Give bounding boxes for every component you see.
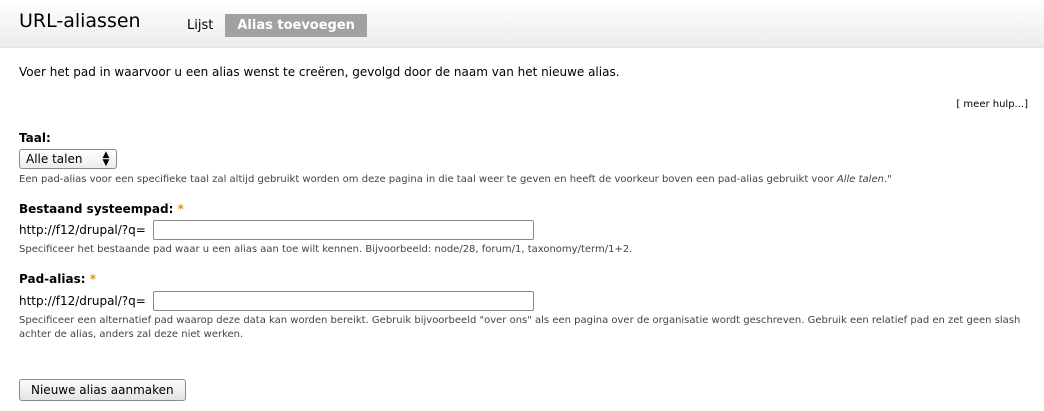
- system-path-prefix: http://f12/drupal/?q=: [19, 223, 146, 237]
- system-path-description: Specificeer het bestaande pad waar u een…: [19, 244, 633, 255]
- path-alias-description-line1: Specificeer een alternatief pad waarop d…: [19, 315, 1021, 326]
- tab-bar: Lijst Alias toevoegen: [177, 14, 369, 37]
- language-select-value: Alle talen: [26, 152, 83, 166]
- intro-text: Voer het pad in waarvoor u een alias wen…: [19, 65, 620, 79]
- language-select[interactable]: Alle talen ▲ ▼: [19, 149, 117, 169]
- language-description-text: Een pad-alias voor een specifieke taal z…: [19, 174, 837, 185]
- required-marker: *: [177, 202, 184, 216]
- select-arrows-icon: ▲ ▼: [102, 150, 110, 168]
- path-alias-description-line2: achter de alias, anders zal deze niet we…: [19, 329, 244, 340]
- tab-list[interactable]: Lijst: [177, 14, 223, 37]
- system-path-label: Bestaand systeempad: *: [19, 202, 184, 216]
- path-alias-input[interactable]: [153, 291, 534, 311]
- system-path-label-text: Bestaand systeempad:: [19, 202, 174, 216]
- language-description-end: .": [883, 174, 892, 185]
- language-label: Taal:: [19, 131, 51, 145]
- create-alias-button[interactable]: Nieuwe alias aanmaken: [19, 379, 186, 401]
- page-title: URL-aliassen: [19, 10, 141, 32]
- path-alias-label-text: Pad-alias:: [19, 272, 86, 286]
- language-description-emphasis: Alle talen: [836, 174, 884, 185]
- more-help-link[interactable]: [ meer hulp...]: [956, 99, 1028, 110]
- language-description: Een pad-alias voor een specifieke taal z…: [19, 173, 892, 187]
- path-alias-prefix: http://f12/drupal/?q=: [19, 294, 146, 308]
- required-marker: *: [89, 272, 96, 286]
- system-path-input[interactable]: [153, 220, 534, 240]
- page-header: URL-aliassen Lijst Alias toevoegen: [0, 0, 1044, 48]
- path-alias-label: Pad-alias: *: [19, 272, 96, 286]
- tab-add-alias[interactable]: Alias toevoegen: [225, 14, 367, 37]
